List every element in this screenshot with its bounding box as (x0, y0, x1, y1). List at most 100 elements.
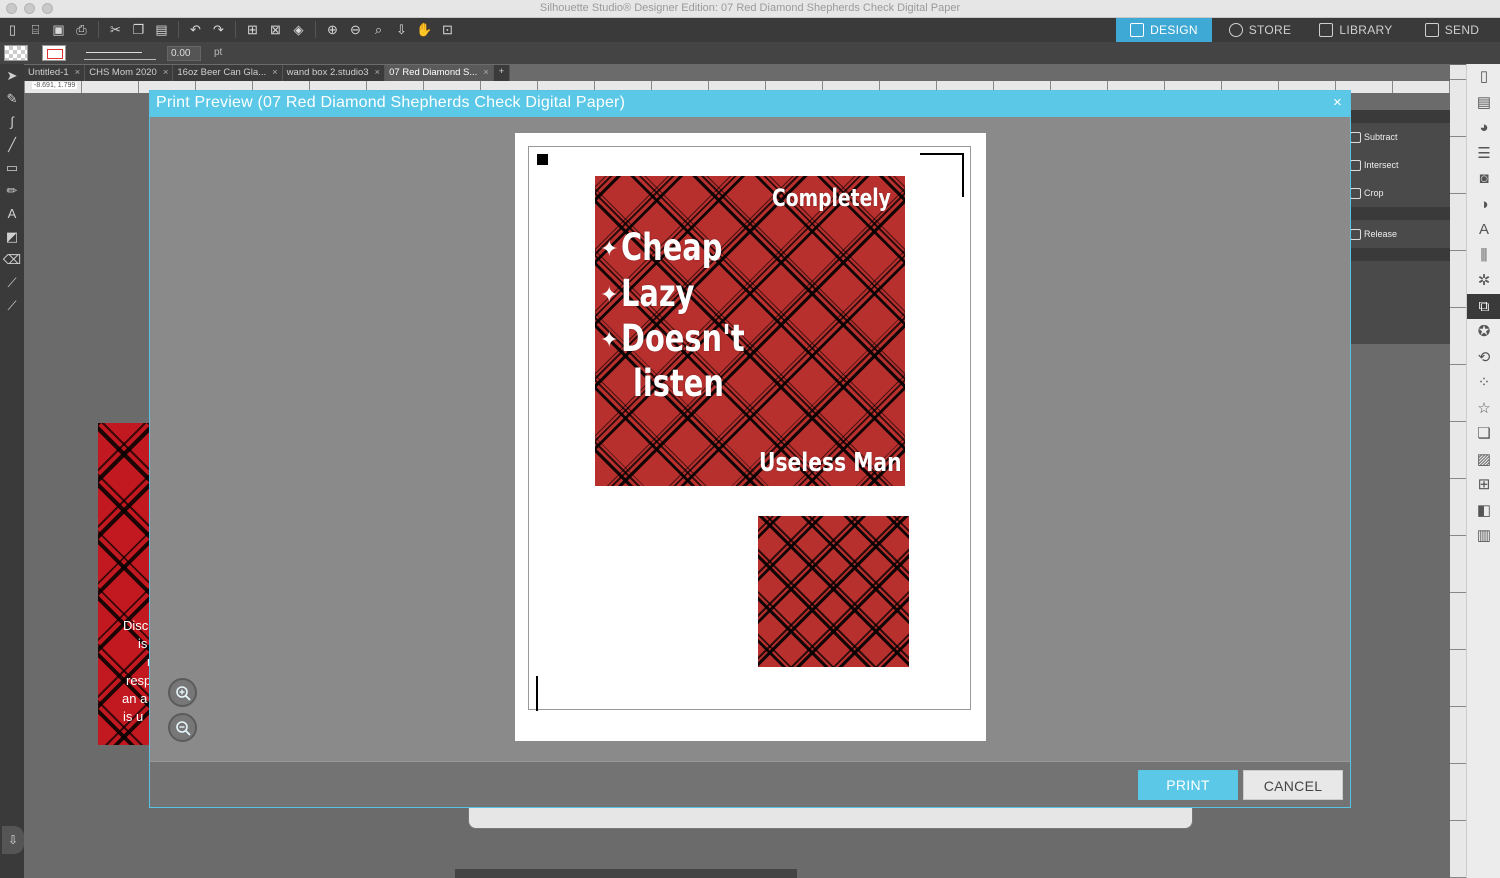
document-tabs: Untitled-1 × CHS Mom 2020 × 16oz Beer Can … (24, 65, 510, 81)
close-tab-icon[interactable]: × (272, 67, 278, 81)
toolbar-divider (315, 21, 316, 38)
knife-icon[interactable]: ⟋ (0, 271, 24, 294)
panel-divider (1344, 207, 1450, 220)
window-title: Silhouette Studio® Designer Edition: 07 … (539, 2, 961, 14)
compound-path-icon[interactable]: ◈ (290, 21, 307, 38)
layers-icon[interactable]: ❏ (1467, 421, 1500, 447)
open-folder-icon[interactable]: ⌸ (27, 21, 44, 38)
print-page-preview: Completely ✦ Cheap ✦ Lazy ✦ Doesn't list… (515, 133, 986, 741)
fill-palette-icon[interactable]: ◕ (1467, 115, 1500, 141)
eraser-icon[interactable]: ⌫ (0, 248, 24, 271)
replicate-icon[interactable]: ⁘ (1467, 370, 1500, 396)
paint-icon[interactable]: ◩ (0, 225, 24, 248)
undo-icon[interactable]: ↶ (187, 21, 204, 38)
line-color-swatch[interactable] (42, 45, 66, 61)
zoom-select-icon[interactable]: ⌕ (370, 21, 387, 38)
zoom-in-button[interactable] (168, 678, 197, 707)
pan-hand-icon[interactable]: ✋ (416, 21, 433, 38)
map-icon[interactable]: ▥ (1467, 523, 1500, 549)
transform-icon[interactable]: ✲ (1467, 268, 1500, 294)
intersect-button[interactable]: Intersect (1344, 151, 1450, 179)
page-icon[interactable]: ▤ (1467, 90, 1500, 116)
nesting-icon[interactable]: ⊞ (1467, 472, 1500, 498)
fit-page-icon[interactable]: ⊡ (439, 21, 456, 38)
line-tool-icon[interactable]: ╱ (0, 133, 24, 156)
doc-tab[interactable]: 16oz Beer Can Gla... × (173, 65, 283, 81)
select-arrow-icon[interactable]: ➤ (0, 64, 24, 87)
align-icon[interactable]: ⫼ (1467, 243, 1500, 269)
tab-design[interactable]: DESIGN (1116, 18, 1212, 42)
design-small-plaid (758, 516, 909, 667)
new-file-icon[interactable]: ▯ (4, 21, 21, 38)
line-weight-input[interactable]: 0.00 (167, 46, 201, 61)
canvas-design-object[interactable]: Disc is r resp an a is u (98, 423, 150, 745)
pixscan-icon[interactable]: ◧ (1467, 498, 1500, 524)
cut-icon[interactable]: ✂ (107, 21, 124, 38)
image-effects-icon[interactable]: ◙ (1467, 166, 1500, 192)
ungroup-icon[interactable]: ⊠ (267, 21, 284, 38)
panel-divider (1344, 248, 1450, 261)
panel-divider (1344, 110, 1450, 123)
text-style-icon[interactable]: A (1467, 217, 1500, 243)
page-setup-icon[interactable]: ▯ (1467, 64, 1500, 90)
paste-icon[interactable]: ▤ (153, 21, 170, 38)
close-icon[interactable]: × (1333, 94, 1342, 111)
edit-points-icon[interactable]: ✎ (0, 87, 24, 110)
close-tab-icon[interactable]: × (75, 67, 81, 81)
sparkle-icon: ✦ (600, 282, 619, 307)
main-toolbar: ▯ ⌸ ▣ ⎙ ✂ ❐ ▤ ↶ ↷ ⊞ ⊠ ◈ ⊕ ⊖ ⌕ ⇩ ✋ ⊡ DESI… (0, 18, 1500, 42)
offset-icon[interactable]: ✪ (1467, 319, 1500, 345)
dialog-header: Print Preview (07 Red Diamond Shepherds … (150, 91, 1350, 117)
eyedropper-icon[interactable]: ⟋ (0, 294, 24, 317)
close-tab-icon[interactable]: × (375, 67, 381, 81)
fill-color-swatch[interactable] (4, 45, 28, 61)
rectangle-tool-icon[interactable]: ▭ (0, 156, 24, 179)
print-button[interactable]: PRINT (1138, 770, 1238, 800)
vertical-ruler (1450, 65, 1466, 878)
close-tab-icon[interactable]: × (163, 67, 169, 81)
save-icon[interactable]: ▣ (50, 21, 67, 38)
window-title-bar: Silhouette Studio® Designer Edition: 07 … (0, 0, 1500, 18)
print-icon[interactable]: ⎙ (73, 21, 90, 38)
store-icon (1228, 23, 1243, 37)
doc-tab-active[interactable]: 07 Red Diamond S... × (385, 65, 494, 81)
trace-icon[interactable]: ⟲ (1467, 345, 1500, 371)
registration-mark-corner (920, 153, 964, 197)
drag-down-icon[interactable]: ⇩ (393, 21, 410, 38)
text-tool-icon[interactable]: A (0, 202, 24, 225)
zoom-out-button[interactable] (168, 713, 197, 742)
horizontal-scrollbar[interactable] (455, 869, 797, 878)
group-icon[interactable]: ⊞ (244, 21, 261, 38)
line-style-select[interactable] (84, 46, 156, 60)
tab-library[interactable]: LIBRARY (1308, 18, 1404, 42)
registration-mark-line (536, 676, 538, 711)
design-item: Lazy (621, 272, 695, 315)
tab-send[interactable]: SEND (1404, 18, 1500, 42)
design-item: Doesn't (621, 317, 745, 360)
zoom-in-icon[interactable]: ⊕ (324, 21, 341, 38)
star-icon[interactable]: ☆ (1467, 396, 1500, 422)
redo-icon[interactable]: ↷ (210, 21, 227, 38)
line-style-icon[interactable]: ☰ (1467, 141, 1500, 167)
doc-tab[interactable]: CHS Mom 2020 × (85, 65, 174, 81)
modify-icon[interactable]: ⧉ (1467, 293, 1500, 319)
hatch-icon[interactable]: ▨ (1467, 447, 1500, 473)
doc-tab[interactable]: wand box 2.studio3 × (283, 65, 386, 81)
toolbar-divider (235, 21, 236, 38)
print-preview-dialog: Print Preview (07 Red Diamond Shepherds … (149, 90, 1351, 808)
close-tab-icon[interactable]: × (483, 67, 489, 81)
contrast-icon[interactable]: ◑ (1467, 192, 1500, 218)
copy-icon[interactable]: ❐ (130, 21, 147, 38)
subtract-button[interactable]: Subtract (1344, 123, 1450, 151)
release-button[interactable]: Release (1344, 220, 1450, 248)
library-toggle-button[interactable]: ⇩ (2, 826, 24, 854)
doc-tab[interactable]: Untitled-1 × (24, 65, 86, 81)
new-tab-button[interactable]: + (494, 65, 510, 81)
curve-icon[interactable]: ∫ (0, 110, 24, 133)
grid-icon (1130, 23, 1145, 37)
crop-button[interactable]: Crop (1344, 179, 1450, 207)
cancel-button[interactable]: CANCEL (1243, 770, 1343, 800)
zoom-out-icon[interactable]: ⊖ (347, 21, 364, 38)
tab-store[interactable]: STORE (1212, 18, 1308, 42)
pencil-icon[interactable]: ✏ (0, 179, 24, 202)
